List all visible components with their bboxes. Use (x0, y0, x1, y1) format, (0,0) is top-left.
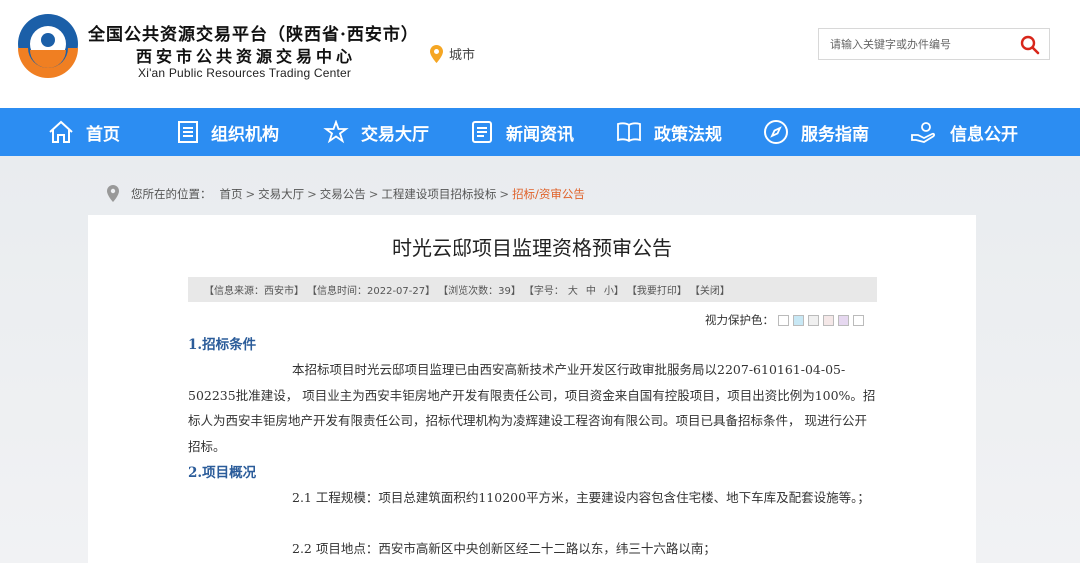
breadcrumb-separator: > (499, 186, 510, 201)
site-logo[interactable] (12, 10, 84, 88)
home-icon (49, 120, 73, 143)
eye-color-swatch-default[interactable] (853, 314, 864, 326)
search-box (818, 28, 1050, 60)
meta-source: 【信息来源：西安市】 (204, 286, 304, 297)
site-title-line2: 西安市公共资源交易中心 (136, 47, 357, 66)
nav-item-info-disclosure[interactable]: 信息公开 (910, 108, 1018, 156)
star-icon (323, 120, 349, 144)
eye-protection-colors: 视力保护色： (705, 312, 864, 328)
nav-item-organization[interactable]: 组织机构 (177, 108, 279, 156)
eye-color-swatch-gray[interactable] (808, 314, 819, 326)
eye-color-swatch-blue[interactable] (793, 314, 804, 326)
print-button[interactable]: 【我要打印】 (627, 282, 687, 297)
meta-time: 【信息时间：2022-07-27】 (307, 286, 436, 297)
breadcrumb-link-engineering-bidding[interactable]: 工程建设项目招标投标 (381, 186, 496, 202)
hand-icon (911, 122, 935, 143)
breadcrumb-separator: > (307, 186, 317, 201)
font-size-large-button[interactable]: 大 (568, 282, 578, 297)
book-icon (617, 122, 641, 143)
nav-item-service-guide[interactable]: 服务指南 (763, 108, 869, 156)
city-selector[interactable]: 城市 (430, 44, 475, 63)
breadcrumb-label: 您所在的位置： (131, 186, 212, 201)
section-body-text: 本招标项目时光云邸项目监理已由西安高新技术产业开发区行政审批服务局以2207-6… (188, 362, 876, 454)
search-button[interactable] (1019, 34, 1041, 56)
close-button[interactable]: 【关闭】 (690, 282, 730, 297)
eye-color-swatch-purple[interactable] (838, 314, 849, 326)
nav-item-trading-hall[interactable]: 交易大厅 (323, 108, 429, 156)
site-header: 全国公共资源交易平台（陕西省·西安市） 西安市公共资源交易中心 Xi'an Pu… (0, 0, 1080, 108)
nav-label: 新闻资讯 (506, 124, 574, 145)
search-icon (1020, 35, 1040, 55)
nav-label: 信息公开 (950, 124, 1018, 145)
meta-views: 【浏览次数：39】 (438, 286, 521, 297)
section-heading-bidding-conditions: 1.招标条件 (188, 337, 257, 353)
nav-label: 政策法规 (654, 124, 722, 145)
eye-color-swatch-pink[interactable] (823, 314, 834, 326)
location-pin-icon (107, 185, 119, 202)
breadcrumb-separator: > (368, 186, 379, 201)
document-icon (178, 121, 198, 143)
nav-label: 服务指南 (801, 124, 869, 145)
section-item-text: 2.1 工程规模：项目总建筑面积约110200平方米，主要建设内容包含住宅楼、地… (292, 490, 870, 505)
meta-font-size-end: 】 (613, 286, 624, 297)
main-nav: 首页 组织机构 交易大厅 新闻资讯 政策法规 服务指南 信息公开 (0, 108, 1080, 156)
breadcrumb-link-announcements[interactable]: 交易公告 (320, 186, 366, 202)
section-heading-project-overview: 2.项目概况 (188, 465, 257, 481)
font-size-small-button[interactable]: 小 (604, 282, 614, 297)
meta-font-size-label: 【字号： (523, 286, 564, 297)
font-size-medium-button[interactable]: 中 (586, 282, 596, 297)
breadcrumb-separator: > (245, 186, 256, 201)
compass-icon (764, 120, 788, 144)
eye-protection-label: 视力保护色： (705, 313, 774, 327)
nav-item-news[interactable]: 新闻资讯 (470, 108, 574, 156)
city-label: 城市 (449, 48, 476, 63)
breadcrumb-link-trading-hall[interactable]: 交易大厅 (258, 186, 304, 202)
breadcrumb-current[interactable]: 招标/资审公告 (512, 186, 585, 202)
section-body-bidding-conditions: 本招标项目时光云邸项目监理已由西安高新技术产业开发区行政审批服务局以2207-6… (188, 357, 878, 459)
article-meta-bar: 【信息来源：西安市】 【信息时间：2022-07-27】 【浏览次数：39】 【… (188, 277, 877, 302)
section-item-text: 2.2 项目地点：西安市高新区中央创新区经二十二路以东，纬三十六路以南； (292, 541, 716, 556)
site-title-english: Xi'an Public Resources Trading Center (138, 66, 352, 80)
news-icon (472, 121, 492, 143)
nav-item-policy[interactable]: 政策法规 (616, 108, 722, 156)
nav-label: 首页 (86, 124, 120, 145)
breadcrumb: 您所在的位置： 首页 > 交易大厅 > 交易公告 > 工程建设项目招标投标 > … (107, 185, 585, 202)
section-item-project-location: 2.2 项目地点：西安市高新区中央创新区经二十二路以东，纬三十六路以南； (188, 536, 878, 562)
nav-item-home[interactable]: 首页 (48, 108, 120, 156)
eye-color-swatch-white[interactable] (778, 314, 789, 326)
site-title-line1: 全国公共资源交易平台（陕西省·西安市） (88, 25, 419, 45)
section-item-project-scale: 2.1 工程规模：项目总建筑面积约110200平方米，主要建设内容包含住宅楼、地… (188, 485, 878, 511)
nav-label: 组织机构 (211, 124, 279, 145)
nav-label: 交易大厅 (361, 124, 429, 145)
search-input[interactable] (819, 29, 1009, 59)
breadcrumb-link-home[interactable]: 首页 (220, 186, 243, 202)
location-pin-icon (430, 44, 443, 63)
article-title: 时光云邸项目监理资格预审公告 (392, 236, 672, 260)
